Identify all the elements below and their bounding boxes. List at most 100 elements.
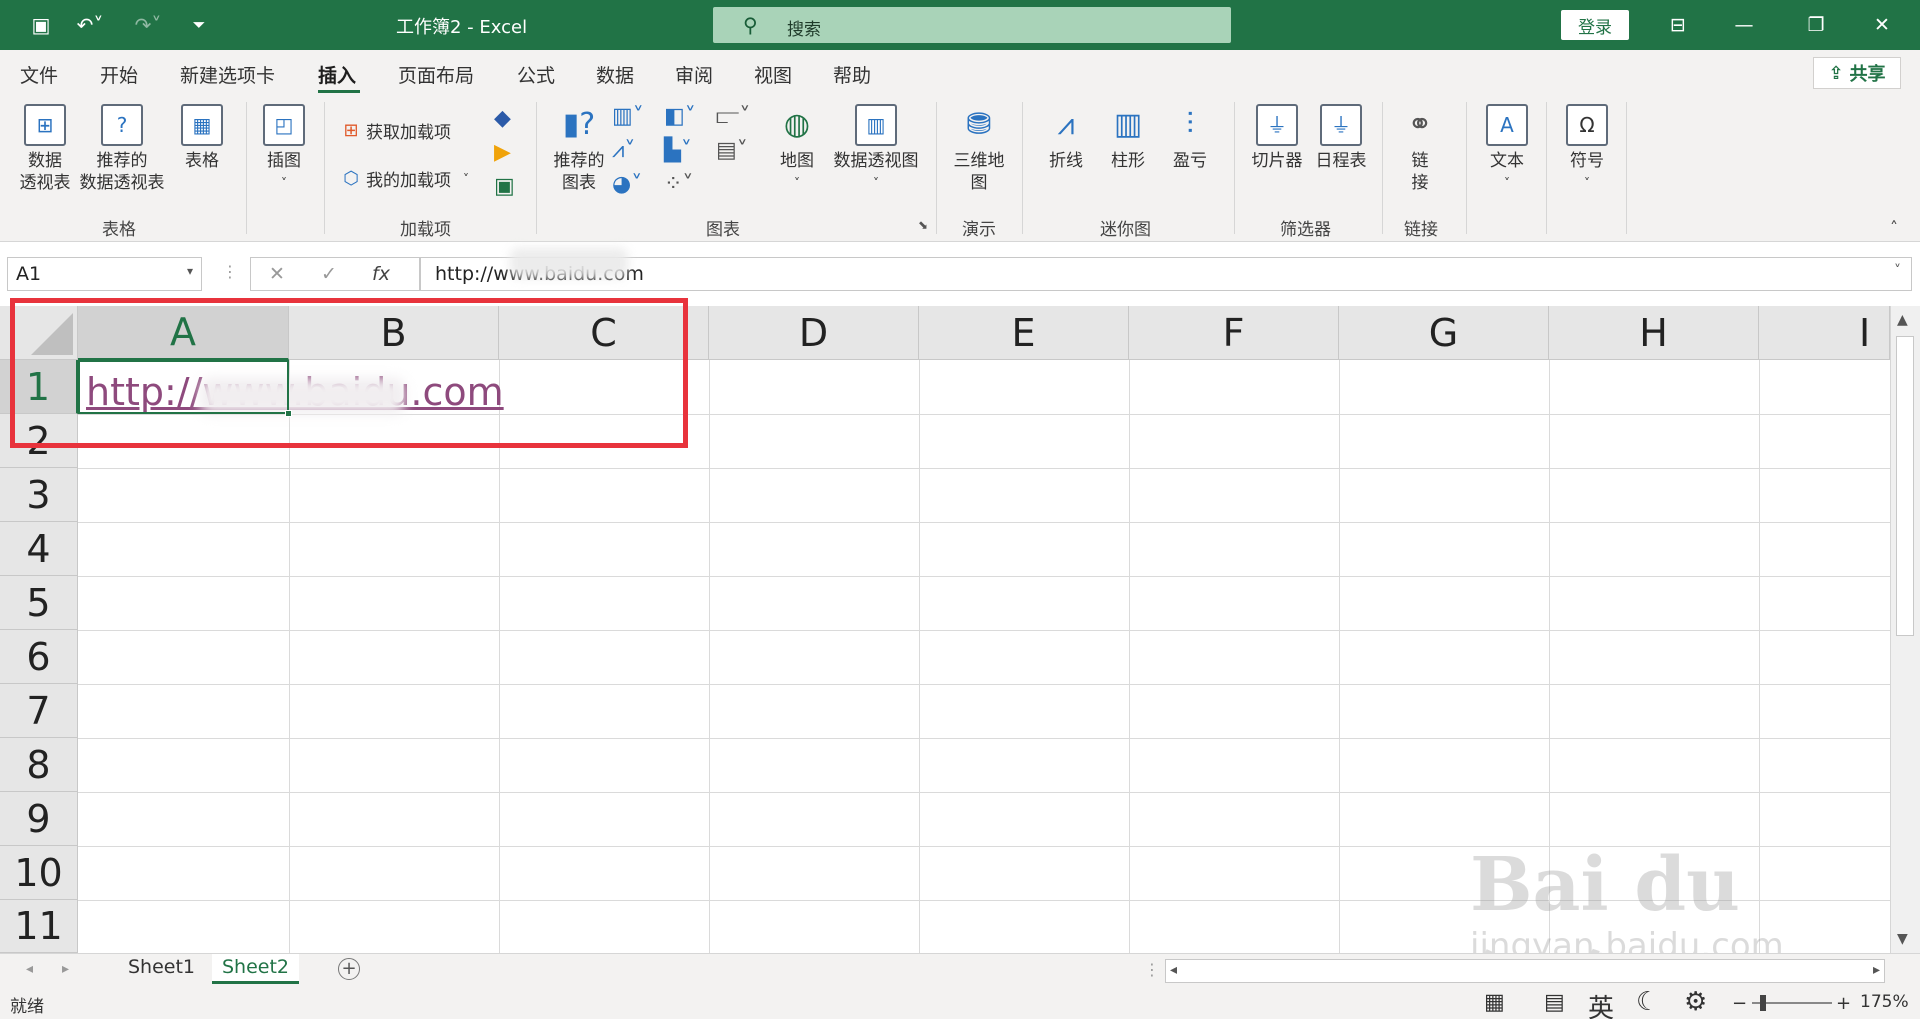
column-header-d[interactable]: D — [709, 306, 919, 360]
tab-review[interactable]: 审阅 — [675, 61, 713, 88]
column-header-e[interactable]: E — [919, 306, 1129, 360]
tab-help[interactable]: 帮助 — [833, 61, 871, 88]
sheet-tab-sheet1[interactable]: Sheet1 — [118, 954, 205, 984]
normal-view-icon[interactable]: ▦ — [1484, 990, 1505, 1015]
prev-sheet-icon[interactable]: ◂ — [26, 961, 33, 977]
scroll-left-icon[interactable]: ◂ — [1170, 962, 1177, 978]
insert-function-icon[interactable]: fx — [355, 263, 407, 285]
column-header-i[interactable]: I — [1759, 306, 1890, 360]
minimize-icon[interactable]: — — [1724, 10, 1764, 40]
row-header-5[interactable]: 5 — [0, 576, 78, 630]
enter-icon[interactable]: ✓ — [303, 263, 355, 285]
collapse-ribbon-icon[interactable]: ˄ — [1890, 218, 1898, 237]
statistic-chart-icon[interactable]: ▙˅ — [664, 138, 692, 163]
moon-icon[interactable]: ☾ — [1636, 987, 1659, 1017]
restore-icon[interactable]: ❐ — [1796, 10, 1836, 40]
row-header-6[interactable]: 6 — [0, 630, 78, 684]
scroll-thumb[interactable] — [1896, 336, 1914, 636]
gear-icon[interactable]: ⚙ — [1684, 987, 1707, 1017]
redacted-text — [510, 248, 628, 278]
pivot-chart-button[interactable]: ▥ 数据透视图 ˅ — [826, 104, 926, 194]
recommended-pivot-button[interactable]: ? 推荐的 数据透视表 — [76, 104, 168, 194]
pie-chart-icon[interactable]: ◕˅ — [612, 172, 642, 197]
zoom-slider-thumb[interactable] — [1760, 995, 1766, 1011]
customize-quick-access-icon[interactable]: ⏷ — [186, 12, 212, 38]
tab-data[interactable]: 数据 — [596, 61, 634, 88]
vertical-scrollbar[interactable]: ▲ ▼ — [1890, 306, 1920, 953]
row-header-4[interactable]: 4 — [0, 522, 78, 576]
link-button[interactable]: ⚭ 链 接 — [1394, 104, 1446, 194]
save-icon[interactable]: ▣ — [26, 12, 56, 38]
formula-input[interactable]: http://www.baidu.com — [420, 257, 1912, 291]
pivot-table-icon: ⊞ — [24, 104, 66, 146]
people-graph-icon[interactable]: ▣ — [494, 174, 515, 199]
scroll-down-icon[interactable]: ▼ — [1897, 931, 1908, 947]
name-box[interactable]: A1 ▾ — [7, 257, 202, 291]
tab-page-layout[interactable]: 页面布局 — [398, 61, 474, 88]
group-separator — [1022, 102, 1023, 234]
row-header-11[interactable]: 11 — [0, 900, 78, 953]
horizontal-scrollbar[interactable]: ◂ ▸ — [1165, 959, 1885, 983]
share-button[interactable]: ⇪ 共享 — [1813, 57, 1901, 89]
share-icon: ⇪ — [1828, 62, 1844, 84]
row-header-7[interactable]: 7 — [0, 684, 78, 738]
line-chart-icon[interactable]: ⩘˅ — [612, 138, 635, 163]
tab-home[interactable]: 开始 — [100, 61, 138, 88]
sparkline-winloss-button[interactable]: ⫶ 盈亏 — [1164, 104, 1216, 172]
tab-insert[interactable]: 插入 — [318, 61, 356, 88]
column-chart-icon[interactable]: ▥˅ — [612, 104, 644, 129]
scroll-up-icon[interactable]: ▲ — [1897, 312, 1908, 328]
waterfall-chart-icon[interactable]: ⫍˅ — [716, 104, 750, 129]
row-header-3[interactable]: 3 — [0, 468, 78, 522]
expand-formula-bar-icon[interactable]: ˅ — [1894, 263, 1901, 279]
tab-file[interactable]: 文件 — [20, 61, 58, 88]
symbols-button[interactable]: Ω 符号 ˅ — [1558, 104, 1616, 194]
undo-icon[interactable]: ↶˅ — [70, 12, 110, 38]
text-button[interactable]: A 文本 ˅ — [1478, 104, 1536, 194]
pivot-table-button[interactable]: ⊞ 数据 透视表 — [14, 104, 76, 194]
map-chart-button[interactable]: ◍ 地图 ˅ — [770, 104, 824, 194]
column-header-f[interactable]: F — [1129, 306, 1339, 360]
row-header-8[interactable]: 8 — [0, 738, 78, 792]
visio-icon[interactable]: ◆ — [494, 106, 511, 131]
recommended-charts-button[interactable]: ▮? 推荐的 图表 — [548, 104, 610, 194]
get-addins-button[interactable]: ⊞ 获取加载项 — [340, 118, 451, 144]
redo-icon[interactable]: ↷˅ — [128, 12, 168, 38]
search-box[interactable]: ⚲ 搜索 — [713, 7, 1231, 43]
combo-chart-icon[interactable]: ▤˅ — [716, 138, 748, 163]
bing-icon[interactable]: ▶ — [494, 140, 511, 165]
column-header-g[interactable]: G — [1339, 306, 1549, 360]
dialog-launcher-icon[interactable]: ⬊ — [918, 218, 928, 232]
scroll-right-icon[interactable]: ▸ — [1873, 962, 1880, 978]
next-sheet-icon[interactable]: ▸ — [62, 961, 69, 977]
row-header-9[interactable]: 9 — [0, 792, 78, 846]
my-addins-button[interactable]: ⬡ 我的加载项 ˅ — [340, 166, 469, 192]
close-icon[interactable]: ✕ — [1862, 10, 1902, 40]
zoom-in-icon[interactable]: + — [1836, 993, 1851, 1014]
ime-language-indicator[interactable]: 英 — [1588, 988, 1614, 1019]
login-button[interactable]: 登录 — [1561, 10, 1629, 40]
table-button[interactable]: ▦ 表格 — [176, 104, 228, 172]
tab-formulas[interactable]: 公式 — [517, 61, 555, 88]
worksheet-grid[interactable]: A B C D E F G H I 1 2 3 4 5 6 7 8 9 10 1… — [0, 298, 1920, 953]
illustrations-button[interactable]: ◰ 插图 ˅ — [258, 104, 310, 194]
tab-new[interactable]: 新建选项卡 — [180, 61, 275, 88]
hierarchy-chart-icon[interactable]: ◧˅ — [664, 104, 696, 129]
ribbon-display-options-icon[interactable]: ⊟ — [1658, 10, 1698, 40]
sparkline-column-button[interactable]: ▥ 柱形 — [1102, 104, 1154, 172]
add-sheet-icon[interactable]: + — [338, 958, 360, 980]
sparkline-line-button[interactable]: ⩘ 折线 — [1040, 104, 1092, 172]
row-header-10[interactable]: 10 — [0, 846, 78, 900]
scatter-chart-icon[interactable]: ⁘˅ — [664, 172, 693, 197]
cancel-icon[interactable]: ✕ — [251, 263, 303, 285]
3d-map-button[interactable]: ⛃ 三维地 图 — [946, 104, 1012, 194]
sheet-tab-sheet2[interactable]: Sheet2 — [212, 954, 300, 984]
group-separator — [246, 102, 247, 234]
column-header-h[interactable]: H — [1549, 306, 1759, 360]
page-layout-view-icon[interactable]: ▤ — [1544, 990, 1565, 1015]
zoom-level[interactable]: 175% — [1860, 992, 1909, 1012]
tab-view[interactable]: 视图 — [754, 61, 792, 88]
zoom-out-icon[interactable]: − — [1732, 993, 1747, 1014]
timeline-button[interactable]: ⏚ 日程表 — [1310, 104, 1372, 172]
slicer-button[interactable]: ⏚ 切片器 — [1246, 104, 1308, 172]
